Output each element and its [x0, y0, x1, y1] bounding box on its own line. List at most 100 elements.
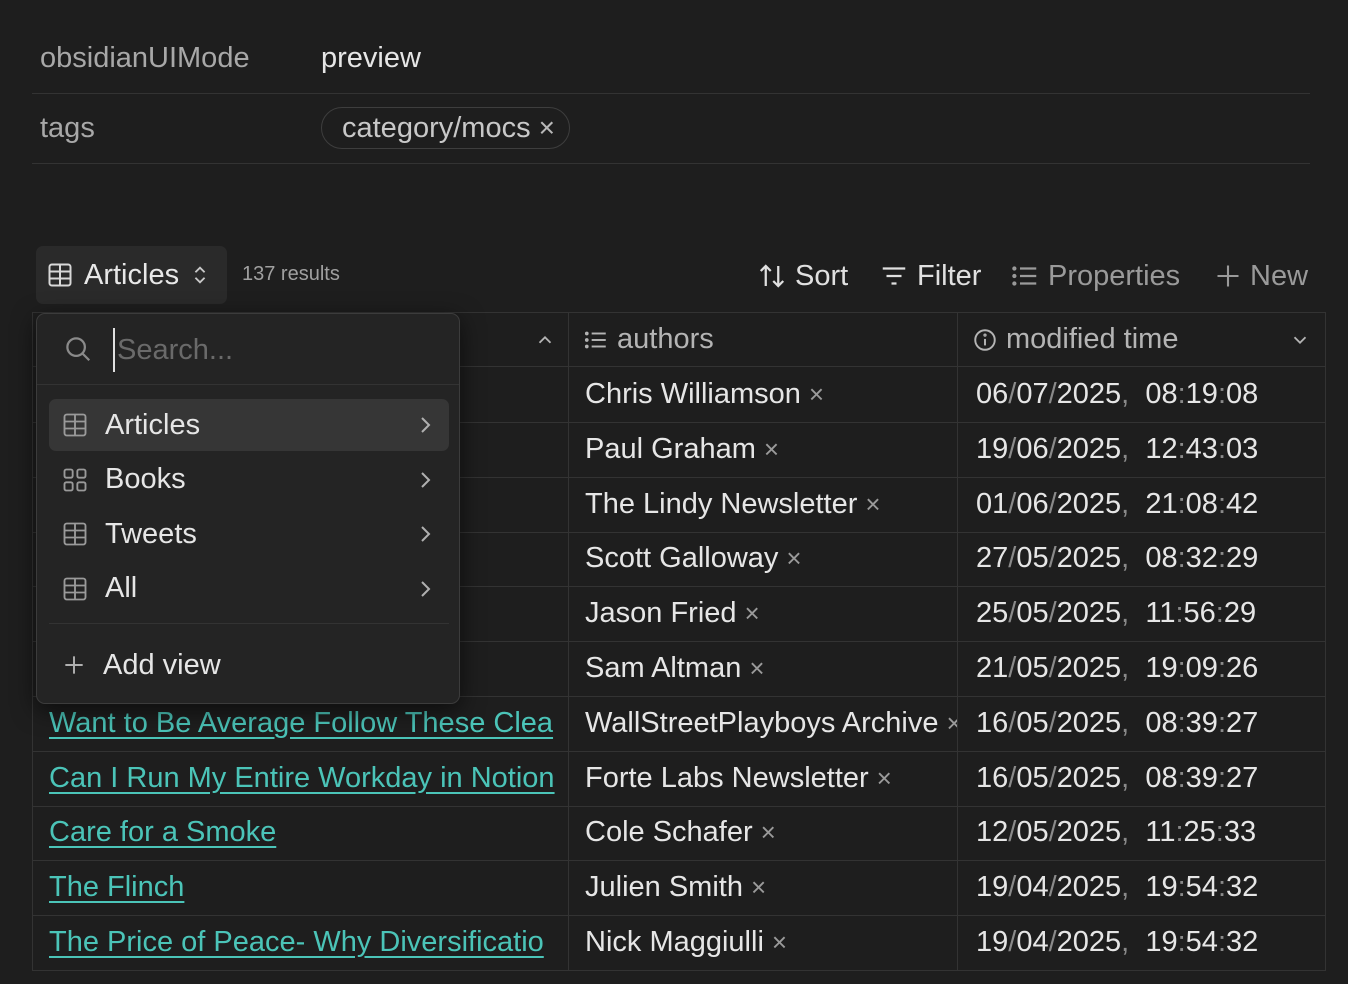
author-value[interactable]: Nick Maggiulli	[585, 926, 764, 959]
close-icon[interactable]: ×	[751, 872, 766, 903]
add-view-label: Add view	[103, 648, 221, 681]
results-count: 137 results	[242, 263, 340, 285]
note-link[interactable]: The Flinch	[49, 871, 184, 904]
sort-button[interactable]: Sort	[757, 256, 848, 296]
cell-modified-time: 19/04/2025, 19:54:32	[958, 915, 1326, 970]
author-value[interactable]: Sam Altman	[585, 652, 741, 685]
author-value[interactable]: Cole Schafer	[585, 816, 753, 849]
author-value[interactable]: Paul Graham	[585, 433, 756, 466]
cell-authors: Paul Graham ×	[569, 421, 958, 477]
close-icon[interactable]: ×	[865, 489, 880, 520]
tag-pill[interactable]: category/mocs ×	[321, 107, 570, 149]
close-icon[interactable]: ×	[947, 708, 957, 739]
view-item-books[interactable]: Books	[49, 454, 449, 506]
close-icon[interactable]: ×	[539, 114, 555, 142]
chevron-right-icon[interactable]	[413, 413, 437, 437]
date-day: 21	[976, 652, 1009, 684]
date-day: 16	[976, 761, 1009, 794]
close-icon[interactable]: ×	[745, 598, 760, 629]
column-header-authors[interactable]: authors	[569, 312, 958, 367]
chevron-right-icon[interactable]	[413, 522, 437, 546]
time-second: 27	[1226, 761, 1259, 794]
time-hour: 19	[1145, 871, 1178, 904]
time-second: 03	[1226, 432, 1259, 465]
table-icon	[61, 575, 89, 603]
author-value[interactable]: Forte Labs Newsletter	[585, 762, 869, 795]
time-second: 42	[1226, 487, 1259, 520]
cell-modified-time: 27/05/2025, 08:32:29	[958, 531, 1326, 587]
view-switcher-button[interactable]: Articles	[36, 246, 227, 304]
cell-modified-time: 19/06/2025, 12:43:03	[958, 421, 1326, 477]
chevron-down-icon[interactable]	[1289, 329, 1311, 351]
cell-authors: Jason Fried ×	[569, 586, 958, 642]
properties-label: Properties	[1048, 259, 1181, 292]
property-key: tags	[40, 112, 95, 144]
note-link[interactable]: Want to Be Average Follow These Clea	[49, 707, 553, 740]
table-row: Want to Be Average Follow These Clea Wall…	[32, 695, 1326, 752]
filter-button[interactable]: Filter	[879, 256, 981, 296]
view-item-tweets[interactable]: Tweets	[49, 508, 449, 560]
column-header-label: modified time	[1006, 323, 1179, 355]
date-year: 2025	[1056, 652, 1122, 684]
time-minute: 43	[1185, 432, 1218, 465]
time-minute: 39	[1185, 706, 1218, 739]
close-icon[interactable]: ×	[772, 927, 787, 958]
table-icon	[61, 411, 89, 439]
date-day: 01	[976, 487, 1009, 520]
date-day: 19	[976, 926, 1009, 958]
time-minute: 19	[1185, 378, 1218, 410]
date-month: 05	[1016, 706, 1049, 739]
property-value[interactable]: preview	[321, 42, 421, 75]
column-header-modified-time[interactable]: modified time	[958, 312, 1326, 367]
chevron-right-icon[interactable]	[413, 577, 437, 601]
plus-icon	[61, 652, 87, 678]
search-input[interactable]	[113, 328, 439, 372]
date-year: 2025	[1056, 816, 1122, 849]
author-value[interactable]: The Lindy Newsletter	[585, 488, 857, 521]
author-value[interactable]: Chris Williamson	[585, 378, 801, 411]
close-icon[interactable]: ×	[877, 763, 892, 794]
close-icon[interactable]: ×	[761, 817, 776, 848]
date-day: 27	[976, 542, 1009, 575]
date-day: 19	[976, 871, 1009, 904]
author-value[interactable]: Scott Galloway	[585, 542, 778, 575]
table-icon	[46, 261, 74, 289]
tag-label: category/mocs	[342, 111, 531, 144]
view-item-articles[interactable]: Articles	[49, 399, 449, 451]
column-header-label: authors	[617, 323, 714, 355]
close-icon[interactable]: ×	[764, 434, 779, 465]
date-month: 04	[1016, 926, 1049, 958]
date-year: 2025	[1056, 761, 1122, 794]
table-row: Care for a Smoke Cole Schafer × 12/05/2025,…	[32, 805, 1326, 862]
cell-name: The Price of Peace- Why Diversificatio	[32, 915, 569, 970]
cell-authors: Cole Schafer ×	[569, 805, 958, 861]
date-year: 2025	[1056, 871, 1122, 904]
close-icon[interactable]: ×	[809, 379, 824, 410]
author-value[interactable]: WallStreetPlayboys Archive	[585, 707, 939, 740]
author-value[interactable]: Julien Smith	[585, 871, 743, 904]
chevron-right-icon[interactable]	[413, 468, 437, 492]
note-link[interactable]: Can I Run My Entire Workday in Notion	[49, 762, 555, 795]
time-minute: 32	[1185, 542, 1218, 575]
chevron-up-icon[interactable]	[534, 329, 556, 351]
cell-modified-time: 21/05/2025, 19:09:26	[958, 641, 1326, 696]
note-link[interactable]: The Price of Peace- Why Diversificatio	[49, 926, 544, 959]
cell-name: Care for a Smoke	[32, 805, 569, 861]
time-hour: 08	[1145, 706, 1178, 739]
properties-button[interactable]: Properties	[1010, 256, 1180, 296]
date-day: 19	[976, 432, 1009, 465]
close-icon[interactable]: ×	[786, 543, 801, 574]
date-month: 06	[1016, 432, 1049, 465]
note-link[interactable]: Care for a Smoke	[49, 816, 276, 849]
view-item-label: Articles	[105, 408, 201, 441]
cell-modified-time: 06/07/2025, 08:19:08	[958, 367, 1326, 422]
author-value[interactable]: Jason Fried	[585, 597, 737, 630]
view-item-all[interactable]: All	[49, 563, 449, 615]
filter-icon	[879, 261, 909, 291]
close-icon[interactable]: ×	[749, 653, 764, 684]
cell-authors: Forte Labs Newsletter ×	[569, 750, 958, 806]
time-second: 29	[1223, 597, 1257, 630]
new-button[interactable]: New	[1214, 256, 1308, 296]
time-hour: 11	[1145, 816, 1176, 849]
add-view-button[interactable]: Add view	[49, 639, 449, 691]
